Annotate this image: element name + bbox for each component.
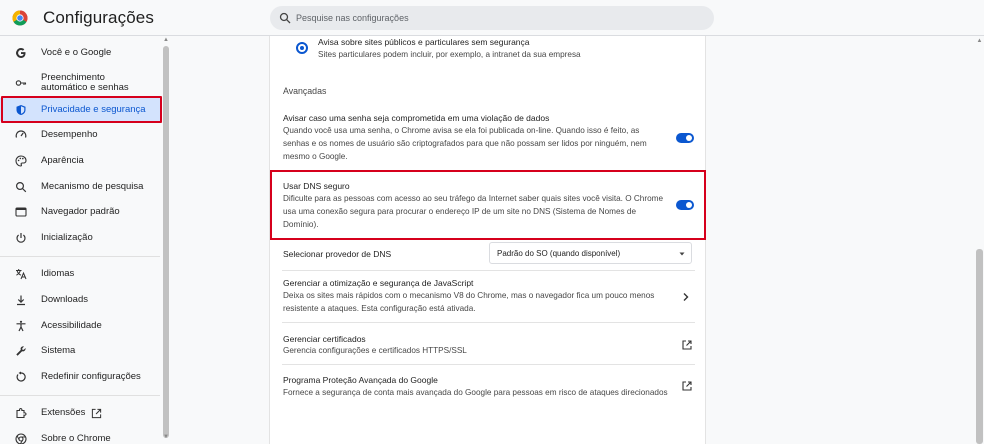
row-divider <box>282 364 695 365</box>
search-input[interactable] <box>296 13 696 23</box>
open-in-new-icon <box>682 381 692 391</box>
translate-icon <box>16 269 27 280</box>
sidebar-item-label: Inicialização <box>41 232 93 243</box>
reset-icon <box>16 371 26 382</box>
row-divider <box>282 322 695 323</box>
sidebar-item-appearance[interactable]: Aparência <box>0 149 161 173</box>
sidebar-item-performance[interactable]: Desempenho <box>0 123 161 147</box>
main-scrollbar-thumb[interactable] <box>976 249 983 444</box>
radio-option-title: Avisa sobre sites públicos e particulare… <box>318 37 530 47</box>
puzzle-icon <box>16 407 27 419</box>
sidebar: Você e o Google Preenchimento automático… <box>0 36 170 444</box>
search-icon <box>15 181 27 193</box>
secure-dns-desc-line: Domínio). <box>283 220 319 229</box>
javascript-title: Gerenciar a otimização e segurança de Ja… <box>283 278 474 288</box>
sidebar-item-label: Preenchimento automático e senhas <box>41 72 129 93</box>
wrench-icon <box>16 346 26 356</box>
radio-button-selected[interactable] <box>296 42 308 54</box>
sidebar-item-label: Idiomas <box>41 268 75 279</box>
manage-certificates-row[interactable]: Gerenciar certificados Gerencia configur… <box>270 324 707 362</box>
radio-option-desc: Sites particulares podem incluir, por ex… <box>318 50 581 59</box>
secure-dns-desc-line: usa uma conexão segura para procurar o e… <box>283 207 637 216</box>
sidebar-item-search-engine[interactable]: Mecanismo de pesquisa <box>0 175 161 199</box>
sidebar-item-you-and-google[interactable]: Você e o Google <box>0 41 161 65</box>
accessibility-icon <box>16 320 26 332</box>
row-divider <box>282 270 695 271</box>
sidebar-item-label: Extensões <box>41 407 86 418</box>
sidebar-item-system[interactable]: Sistema <box>0 339 161 363</box>
sidebar-item-label: Redefinir configurações <box>41 371 141 382</box>
sidebar-divider <box>0 256 160 257</box>
sidebar-item-label: Downloads <box>41 294 88 305</box>
certificates-desc: Gerencia configurações e certificados HT… <box>283 346 467 355</box>
open-in-new-icon <box>91 408 102 418</box>
sidebar-item-privacy-security[interactable]: Privacidade e segurança <box>0 98 161 121</box>
section-title-advanced: Avançadas <box>283 86 327 96</box>
chrome-logo-icon <box>12 10 28 26</box>
breach-warning-title: Avisar caso uma senha seja comprometida … <box>283 113 550 123</box>
key-icon <box>15 80 27 86</box>
secure-dns-toggle[interactable] <box>676 200 694 210</box>
sidebar-item-about-chrome[interactable]: Sobre o Chrome <box>0 427 161 444</box>
secure-dns-desc-line: Dificulte para as pessoas com acesso ao … <box>283 194 663 203</box>
dns-provider-selected-value: Padrão do SO (quando disponível) <box>497 249 621 258</box>
sidebar-scroll-down-arrow[interactable]: ▼ <box>162 434 170 440</box>
javascript-desc-line: resistente a ataques. Esta configuração … <box>283 304 476 313</box>
page-title: Configurações <box>43 8 154 27</box>
shield-icon <box>16 104 26 115</box>
certificates-title: Gerenciar certificados <box>283 334 366 344</box>
sidebar-item-extensions[interactable]: Extensões <box>0 401 161 425</box>
sidebar-item-reset-settings[interactable]: Redefinir configurações <box>0 365 161 389</box>
breach-warning-toggle[interactable] <box>676 133 694 143</box>
breach-warning-desc-line: mesmo o Google. <box>283 152 348 161</box>
sidebar-item-on-startup[interactable]: Inicialização <box>0 226 161 250</box>
search-icon <box>279 12 291 24</box>
settings-card: Avisa sobre sites públicos e particulare… <box>269 36 706 444</box>
sidebar-item-label: Navegador padrão <box>41 206 120 217</box>
javascript-settings-row[interactable]: Gerenciar a otimização e segurança de Ja… <box>270 272 707 322</box>
speedometer-icon <box>15 130 27 138</box>
sidebar-item-label: Mecanismo de pesquisa <box>41 181 144 192</box>
open-in-new-icon <box>682 340 692 350</box>
sidebar-item-label: Você e o Google <box>41 47 112 58</box>
advanced-protection-desc: Fornece a segurança de conta mais avança… <box>283 388 668 397</box>
sidebar-item-label: Acessibilidade <box>41 320 102 331</box>
sidebar-item-label: Sobre o Chrome <box>41 433 111 444</box>
chevron-right-icon <box>683 293 689 301</box>
sidebar-item-default-browser[interactable]: Navegador padrão <box>0 200 161 224</box>
sidebar-item-autofill[interactable]: Preenchimento automático e senhas <box>0 69 161 97</box>
sidebar-item-downloads[interactable]: Downloads <box>0 288 161 312</box>
advanced-protection-row[interactable]: Programa Proteção Avançada do Google For… <box>270 366 707 404</box>
dns-provider-label: Selecionar provedor de DNS <box>283 249 392 259</box>
secure-dns-title: Usar DNS seguro <box>283 181 350 191</box>
advanced-protection-title: Programa Proteção Avançada do Google <box>283 375 438 385</box>
google-icon <box>16 48 26 58</box>
sidebar-item-label: Sistema <box>41 345 76 356</box>
chevron-down-icon <box>679 252 685 256</box>
main-scroll-up-arrow[interactable]: ▲ <box>975 38 984 44</box>
sidebar-scroll-up-arrow[interactable]: ▲ <box>162 37 170 43</box>
sidebar-item-accessibility[interactable]: Acessibilidade <box>0 314 161 338</box>
settings-search-box[interactable] <box>270 6 714 30</box>
breach-warning-desc-line: Quando você usa uma senha, o Chrome avis… <box>283 126 640 135</box>
dns-provider-select[interactable]: Padrão do SO (quando disponível) <box>489 242 692 264</box>
breach-warning-desc-line: senhas e os nomes de usuário são criptog… <box>283 139 647 148</box>
power-icon <box>16 233 26 243</box>
row-divider <box>282 170 695 171</box>
sidebar-item-label: Aparência <box>41 155 84 166</box>
browser-window-icon <box>15 207 27 217</box>
sidebar-item-label: Desempenho <box>41 129 98 140</box>
download-icon <box>17 295 25 306</box>
sidebar-item-languages[interactable]: Idiomas <box>0 262 161 286</box>
sidebar-scrollbar-thumb[interactable] <box>163 46 169 438</box>
javascript-desc-line: Deixa os sites mais rápidos com o mecani… <box>283 291 655 300</box>
top-bar: Configurações <box>0 0 984 36</box>
sidebar-item-label: Privacidade e segurança <box>41 103 146 115</box>
palette-icon <box>15 155 27 167</box>
sidebar-divider <box>0 395 160 396</box>
chrome-icon <box>15 433 27 444</box>
